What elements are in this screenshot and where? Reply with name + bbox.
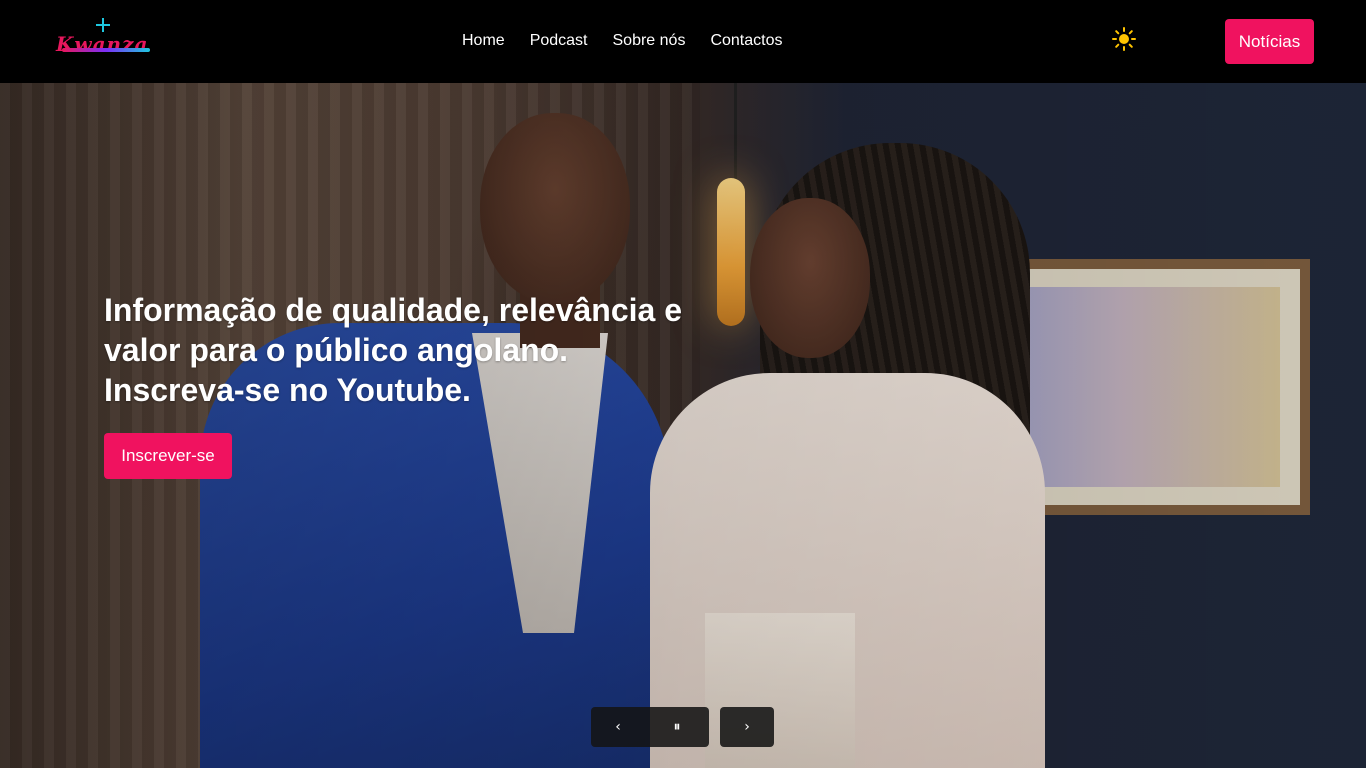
hero-title: Informação de qualidade, relevância e va… bbox=[104, 292, 682, 408]
nav-item-sobre-nos[interactable]: Sobre nós bbox=[613, 31, 686, 51]
chevron-left-icon[interactable]: ‹ bbox=[591, 707, 645, 747]
nav-item-podcast[interactable]: Podcast bbox=[530, 31, 588, 51]
hero-carousel: Informação de qualidade, relevância e va… bbox=[0, 83, 1366, 768]
logo-text: Kwanza bbox=[56, 32, 149, 56]
carousel-controls: ‹ ⏸ › bbox=[591, 707, 774, 747]
chevron-right-icon[interactable]: › bbox=[720, 707, 774, 747]
pause-icon[interactable]: ⏸ bbox=[645, 707, 709, 747]
logo-swash bbox=[62, 48, 150, 52]
nav-item-contactos[interactable]: Contactos bbox=[710, 31, 782, 51]
main-nav: Home Podcast Sobre nós Contactos bbox=[462, 31, 807, 51]
sun-icon[interactable] bbox=[1112, 27, 1136, 51]
brand-logo[interactable]: Kwanza bbox=[56, 18, 156, 62]
logo-cross-icon bbox=[96, 18, 110, 32]
site-header: Kwanza Home Podcast Sobre nós Contactos … bbox=[0, 0, 1366, 83]
hero-overlay bbox=[0, 83, 1366, 768]
news-button[interactable]: Notícias bbox=[1225, 19, 1314, 64]
nav-item-home[interactable]: Home bbox=[462, 31, 505, 51]
subscribe-button[interactable]: Inscrever-se bbox=[104, 433, 232, 479]
